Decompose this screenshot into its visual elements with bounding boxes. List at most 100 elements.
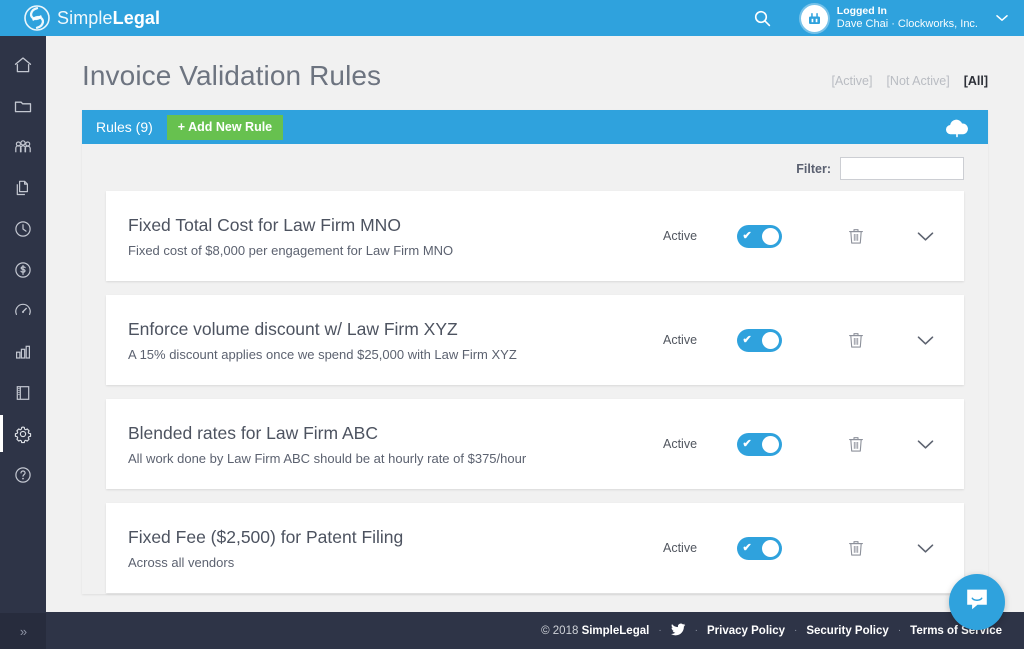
- status-filter-active[interactable]: [Active]: [831, 74, 872, 88]
- page-header: Invoice Validation Rules [Active] [Not A…: [46, 36, 1024, 92]
- top-bar-right-cluster: Logged In Dave Chai · Clockworks, Inc.: [743, 0, 1024, 36]
- status-filter-all[interactable]: [All]: [964, 74, 988, 88]
- expand-chevron-down-icon[interactable]: [909, 231, 942, 242]
- home-icon: [13, 55, 33, 75]
- sidebar-item-timekeeping[interactable]: [0, 208, 46, 249]
- sidebar-item-library[interactable]: [0, 372, 46, 413]
- chevron-down-icon[interactable]: [996, 9, 1008, 27]
- rule-info: Blended rates for Law Firm ABC All work …: [128, 422, 663, 466]
- bar-chart-icon: [13, 342, 33, 362]
- rule-active-toggle[interactable]: ✔: [737, 432, 782, 456]
- intercom-chat-launcher[interactable]: [949, 574, 1005, 630]
- privacy-policy-link[interactable]: Privacy Policy: [707, 625, 785, 637]
- gear-icon: [13, 424, 33, 444]
- trash-icon[interactable]: [840, 331, 873, 349]
- filter-row: Filter:: [82, 144, 988, 191]
- page-title: Invoice Validation Rules: [82, 60, 382, 91]
- rule-description: Fixed cost of $8,000 per engagement for …: [128, 242, 454, 258]
- notebook-icon: [13, 383, 33, 403]
- documents-icon: [13, 178, 33, 198]
- account-name-label: Dave Chai · Clockworks, Inc.: [836, 17, 978, 30]
- spiral-logo-icon: [24, 5, 50, 31]
- rule-info: Fixed Fee ($2,500) for Patent Filing Acr…: [128, 526, 663, 570]
- rule-title: Enforce volume discount w/ Law Firm XYZ: [128, 319, 458, 340]
- toggle-knob: [761, 435, 779, 453]
- rule-card[interactable]: Enforce volume discount w/ Law Firm XYZ …: [106, 295, 964, 385]
- rule-title: Fixed Fee ($2,500) for Patent Filing: [128, 527, 404, 548]
- sidebar-item-performance[interactable]: [0, 290, 46, 331]
- rule-state-label: Active: [663, 437, 698, 451]
- rule-description: All work done by Law Firm ABC should be …: [128, 450, 527, 466]
- rule-title: Blended rates for Law Firm ABC: [128, 423, 378, 444]
- footer-separator: ·: [694, 625, 698, 636]
- gauge-icon: [13, 301, 33, 321]
- sidebar-item-matters[interactable]: [0, 85, 46, 126]
- footer-separator: ·: [794, 625, 798, 636]
- sidebar-item-reports[interactable]: [0, 331, 46, 372]
- footer-separator: ·: [897, 625, 902, 636]
- brand-name-bold: Legal: [112, 7, 161, 28]
- rule-card[interactable]: Blended rates for Law Firm ABC All work …: [106, 399, 964, 489]
- brand-logo[interactable]: SimpleLegal: [24, 5, 160, 31]
- chat-bubble-icon: [963, 586, 991, 619]
- trash-icon[interactable]: [840, 539, 873, 557]
- status-filter-links: [Active] [Not Active] [All]: [831, 74, 988, 88]
- rules-panel: Rules (9) + Add New Rule Filter: Fixed T…: [82, 110, 988, 594]
- security-policy-link[interactable]: Security Policy: [806, 625, 888, 637]
- filter-input[interactable]: [840, 157, 964, 180]
- rule-active-toggle[interactable]: ✔: [737, 224, 782, 248]
- add-new-rule-button[interactable]: + Add New Rule: [166, 114, 284, 140]
- check-icon: ✔: [742, 333, 752, 346]
- rule-state-label: Active: [663, 229, 698, 243]
- rules-panel-body: Filter: Fixed Total Cost for Law Firm MN…: [82, 144, 988, 594]
- expand-chevron-down-icon[interactable]: [909, 439, 942, 450]
- sidebar-item-invoices[interactable]: [0, 167, 46, 208]
- check-icon: ✔: [742, 229, 752, 242]
- user-avatar-icon[interactable]: [800, 4, 828, 32]
- check-icon: ✔: [742, 437, 752, 450]
- copyright-prefix: © 2018: [541, 624, 582, 637]
- expand-chevron-down-icon[interactable]: [909, 335, 942, 346]
- sidebar-item-home[interactable]: [0, 44, 46, 85]
- folder-icon: [13, 96, 33, 116]
- top-navigation-bar: SimpleLegal Logged In Dave Chai · Clockw…: [0, 0, 1024, 36]
- toggle-knob: [761, 331, 779, 349]
- people-group-icon: [13, 137, 33, 157]
- clock-icon: [13, 219, 33, 239]
- filter-label: Filter:: [796, 161, 831, 176]
- cloud-upload-icon[interactable]: [942, 116, 972, 138]
- copyright-text: © 2018 SimpleLegal: [541, 625, 649, 637]
- trash-icon[interactable]: [840, 435, 873, 453]
- search-icon[interactable]: [743, 0, 783, 36]
- main-content: Invoice Validation Rules [Active] [Not A…: [46, 36, 1024, 612]
- twitter-icon[interactable]: [670, 623, 686, 639]
- rule-active-toggle[interactable]: ✔: [737, 328, 782, 352]
- toggle-knob: [761, 539, 779, 557]
- rule-state-label: Active: [663, 541, 698, 555]
- rules-list: Fixed Total Cost for Law Firm MNO Fixed …: [82, 191, 988, 593]
- sidebar-item-vendors[interactable]: [0, 126, 46, 167]
- footer-content: © 2018 SimpleLegal · · Privacy Policy · …: [541, 623, 1002, 639]
- copyright-brand: SimpleLegal: [581, 624, 650, 637]
- rule-card[interactable]: Fixed Fee ($2,500) for Patent Filing Acr…: [106, 503, 964, 593]
- sidebar-item-help[interactable]: [0, 454, 46, 495]
- dollar-circle-icon: [13, 260, 33, 280]
- rules-count-label: Rules (9): [96, 119, 153, 135]
- sidebar-expand-toggle[interactable]: »: [0, 613, 46, 649]
- rule-info: Fixed Total Cost for Law Firm MNO Fixed …: [128, 214, 663, 258]
- sidebar-item-settings[interactable]: [0, 413, 46, 454]
- account-info[interactable]: Logged In Dave Chai · Clockworks, Inc.: [837, 5, 978, 32]
- sidebar-item-budgets[interactable]: [0, 249, 46, 290]
- rule-description: Across all vendors: [128, 554, 235, 570]
- app-root: SimpleLegal Logged In Dave Chai · Clockw…: [0, 0, 1024, 649]
- rule-active-toggle[interactable]: ✔: [737, 536, 782, 560]
- page-footer: © 2018 SimpleLegal · · Privacy Policy · …: [46, 612, 1024, 649]
- rules-panel-header: Rules (9) + Add New Rule: [82, 110, 988, 144]
- rule-card[interactable]: Fixed Total Cost for Law Firm MNO Fixed …: [106, 191, 964, 281]
- expand-chevron-down-icon[interactable]: [909, 543, 942, 554]
- trash-icon[interactable]: [840, 227, 873, 245]
- logged-in-label: Logged In: [836, 4, 887, 17]
- rule-info: Enforce volume discount w/ Law Firm XYZ …: [128, 318, 663, 362]
- status-filter-not-active[interactable]: [Not Active]: [886, 74, 949, 88]
- check-icon: ✔: [742, 541, 752, 554]
